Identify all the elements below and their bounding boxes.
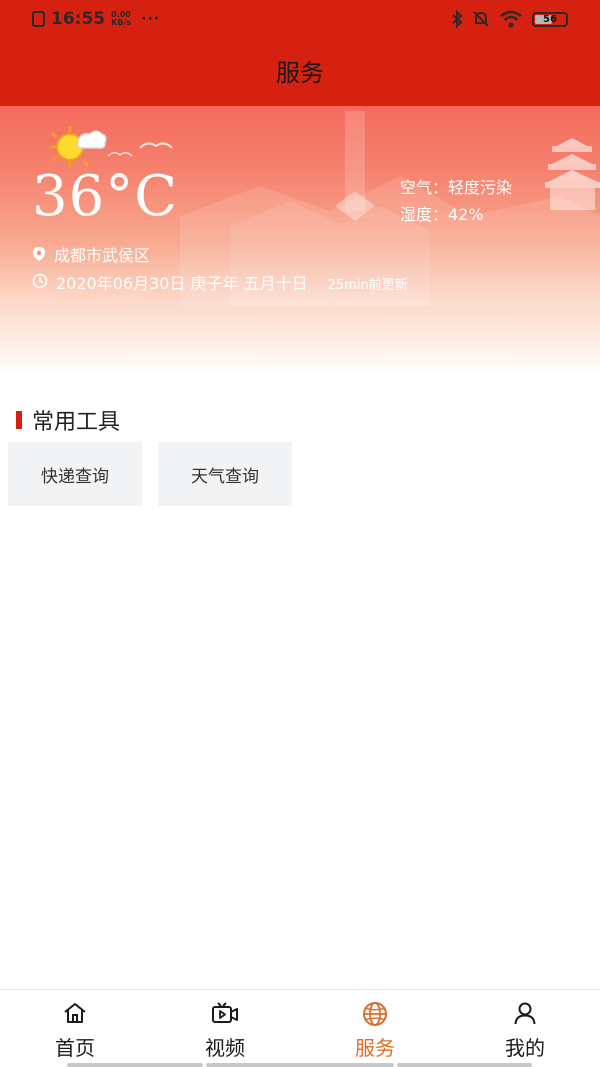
nav-service[interactable]: 服务	[300, 990, 450, 1066]
home-indicator-segment	[397, 1063, 532, 1067]
nav-mine[interactable]: 我的	[450, 990, 600, 1066]
nav-mine-label: 我的	[505, 1036, 545, 1060]
nav-service-label: 服务	[355, 1036, 395, 1060]
globe-icon	[363, 1002, 387, 1026]
section-marker	[16, 411, 22, 429]
nav-video-label: 视频	[205, 1036, 245, 1060]
more-dots-icon: ···	[141, 11, 161, 27]
humidity: 湿度：42%	[400, 205, 484, 224]
video-icon	[212, 1002, 238, 1023]
title-bar: 服务	[0, 40, 600, 106]
location-pin-icon	[32, 246, 46, 262]
battery-level: 56	[543, 13, 557, 25]
temperature-value: 36°C	[32, 164, 179, 229]
weather-card: 36°C 空气：轻度污染 湿度：42% 成都市武侯区 2020年06月30日 庚…	[0, 106, 600, 376]
nav-home-label: 首页	[55, 1036, 95, 1060]
location-row: 成都市武侯区	[32, 242, 150, 266]
home-icon	[64, 1003, 86, 1023]
air-info: 空气：轻度污染 湿度：42%	[400, 174, 512, 228]
location-text: 成都市武侯区	[54, 246, 151, 265]
nav-video[interactable]: 视频	[150, 990, 300, 1066]
status-time: 16:55	[51, 9, 106, 29]
clock-icon	[32, 273, 48, 289]
sim-icon	[32, 11, 45, 27]
date-row: 2020年06月30日 庚子年 五月十日 25min前更新	[32, 270, 408, 294]
status-bar: 16:55 0.00 KB/s ··· 56	[0, 0, 600, 40]
wifi-icon	[500, 10, 522, 28]
page-title: 服务	[276, 59, 324, 87]
nav-home[interactable]: 首页	[0, 990, 150, 1066]
status-left: 16:55 0.00 KB/s ···	[32, 9, 160, 29]
bottom-nav: 首页 视频 服务 我的	[0, 989, 600, 1067]
battery-icon: 56	[532, 11, 568, 27]
status-right: 56	[451, 10, 568, 28]
mute-icon	[473, 11, 489, 27]
weather-query-button[interactable]: 天气查询	[158, 442, 292, 506]
update-time: 25min前更新	[327, 278, 408, 293]
section-header: 常用工具	[16, 404, 120, 436]
section-title: 常用工具	[32, 410, 121, 435]
air-quality: 空气：轻度污染	[400, 178, 513, 197]
network-speed: 0.00 KB/s	[111, 10, 132, 27]
bluetooth-icon	[452, 10, 463, 28]
express-query-button[interactable]: 快递查询	[8, 442, 142, 506]
home-indicator-segment	[206, 1063, 394, 1067]
date-text: 2020年06月30日 庚子年 五月十日	[56, 274, 308, 293]
user-icon	[514, 1002, 536, 1025]
home-indicator-segment	[67, 1063, 203, 1067]
